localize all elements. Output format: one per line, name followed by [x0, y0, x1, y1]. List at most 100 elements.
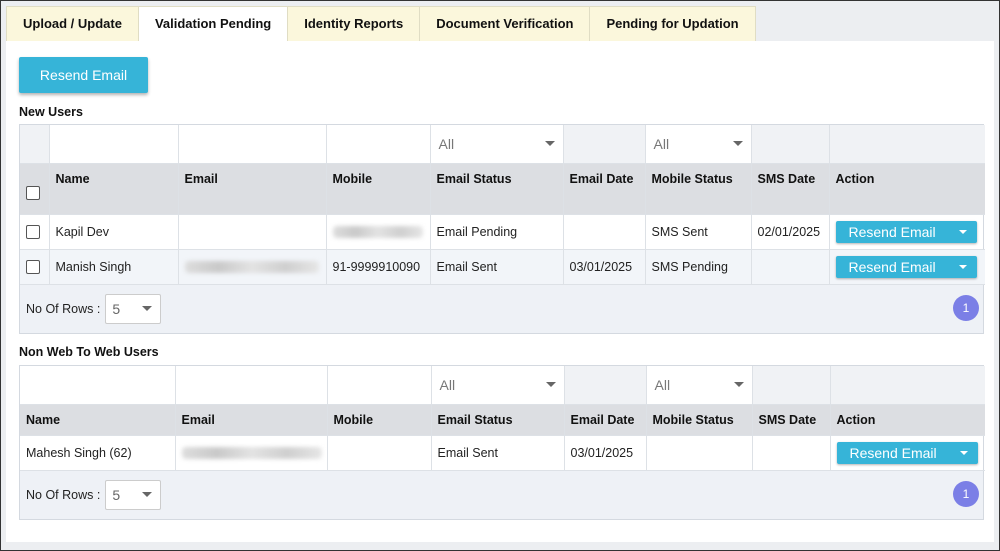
resend-email-button[interactable]: Resend Email — [19, 57, 148, 93]
email-status-filter[interactable]: All — [430, 125, 564, 164]
cell-action: Resend Email — [830, 435, 985, 471]
table-row: Mahesh Singh (62) Email Sent 03/01/2025 … — [20, 435, 985, 471]
filter-cell — [20, 125, 50, 164]
cell-mobile — [327, 435, 432, 471]
redacted-email — [181, 447, 322, 460]
col-email-date[interactable]: Email Date — [563, 163, 646, 215]
non-web-users-title: Non Web To Web Users — [19, 345, 159, 359]
page-button[interactable]: 1 — [953, 480, 979, 507]
sms-date-filter — [751, 125, 830, 164]
col-sms-date[interactable]: SMS Date — [752, 404, 831, 436]
cell-email — [178, 214, 327, 250]
table-row: Kapil Dev Email Pending SMS Sent 02/01/2… — [20, 214, 985, 250]
col-action: Action — [829, 163, 985, 215]
rows-per-page-select[interactable]: 5 — [105, 293, 162, 324]
mobile-filter[interactable] — [327, 366, 432, 405]
mobile-status-filter[interactable]: All — [646, 366, 753, 405]
cell-email-date: 03/01/2025 — [563, 249, 646, 285]
tab-bar: Upload / Update Validation Pending Ident… — [6, 6, 756, 42]
cell-sms-date: 02/01/2025 — [751, 214, 830, 250]
cell-name: Mahesh Singh (62) — [20, 435, 176, 471]
cell-email-date — [563, 214, 646, 250]
chevron-down-icon[interactable] — [949, 256, 977, 278]
cell-email — [175, 435, 328, 471]
cell-email-status: Email Sent — [430, 249, 564, 285]
col-email[interactable]: Email — [178, 163, 327, 215]
name-filter[interactable] — [20, 366, 176, 405]
row-checkbox[interactable] — [26, 224, 40, 239]
chevron-down-icon — [733, 382, 744, 388]
cell-email — [178, 249, 327, 285]
cell-name: Manish Singh — [49, 249, 179, 285]
col-email-date[interactable]: Email Date — [564, 404, 647, 436]
col-email[interactable]: Email — [175, 404, 328, 436]
row-checkbox[interactable] — [26, 259, 40, 274]
tab-pending-for-updation[interactable]: Pending for Updation — [589, 6, 756, 42]
table-row: Manish Singh 91-9999910090 Email Sent 03… — [20, 249, 985, 285]
mobile-filter[interactable] — [326, 125, 431, 164]
rows-per-page-select[interactable]: 5 — [105, 479, 162, 510]
chevron-down-icon — [142, 306, 153, 311]
row-resend-email-button[interactable]: Resend Email — [835, 220, 977, 243]
action-filter — [829, 125, 985, 164]
col-sms-date[interactable]: SMS Date — [751, 163, 830, 215]
col-mobile-status[interactable]: Mobile Status — [646, 404, 753, 436]
cell-email-status: Email Pending — [430, 214, 564, 250]
action-filter — [830, 366, 985, 405]
chevron-down-icon — [544, 141, 555, 147]
name-filter[interactable] — [49, 125, 179, 164]
cell-mobile-status: SMS Sent — [645, 214, 752, 250]
new-users-grid: All All Name Email Mobile Email Status E… — [19, 124, 985, 334]
app-frame: Upload / Update Validation Pending Ident… — [0, 0, 1000, 551]
new-users-title: New Users — [19, 105, 83, 119]
cell-action: Resend Email — [829, 249, 985, 285]
grid-footer: No Of Rows : 5 1 — [20, 284, 983, 333]
redacted-mobile — [332, 226, 423, 239]
col-mobile[interactable]: Mobile — [327, 404, 432, 436]
chevron-down-icon[interactable] — [950, 442, 978, 464]
email-filter[interactable] — [178, 125, 327, 164]
col-mobile-status[interactable]: Mobile Status — [645, 163, 752, 215]
email-date-filter — [564, 366, 647, 405]
cell-action: Resend Email — [829, 214, 985, 250]
email-date-filter — [563, 125, 646, 164]
cell-email-date: 03/01/2025 — [564, 435, 647, 471]
grid-footer: No Of Rows : 5 1 — [20, 470, 983, 519]
chevron-down-icon — [545, 382, 556, 388]
cell-name: Kapil Dev — [49, 214, 179, 250]
tab-validation-pending[interactable]: Validation Pending — [137, 6, 288, 42]
select-all-checkbox[interactable] — [26, 185, 40, 200]
col-name[interactable]: Name — [20, 404, 176, 436]
tab-upload-update[interactable]: Upload / Update — [6, 6, 138, 42]
rows-label: No Of Rows : — [26, 301, 101, 316]
sms-date-filter — [752, 366, 831, 405]
col-action: Action — [830, 404, 985, 436]
tab-identity-reports[interactable]: Identity Reports — [287, 6, 420, 42]
cell-sms-date — [751, 249, 830, 285]
col-mobile[interactable]: Mobile — [326, 163, 431, 215]
redacted-email — [184, 261, 319, 274]
email-status-filter[interactable]: All — [431, 366, 565, 405]
cell-mobile: 91-9999910090 — [326, 249, 431, 285]
mobile-status-filter[interactable]: All — [645, 125, 752, 164]
cell-mobile-status: SMS Pending — [645, 249, 752, 285]
email-filter[interactable] — [175, 366, 328, 405]
page-button[interactable]: 1 — [953, 294, 979, 321]
chevron-down-icon[interactable] — [949, 221, 977, 243]
cell-email-status: Email Sent — [431, 435, 565, 471]
rows-label: No Of Rows : — [26, 487, 101, 502]
non-web-users-grid: All All Name Email Mobile Email Status E… — [19, 365, 985, 520]
row-resend-email-button[interactable]: Resend Email — [835, 255, 977, 278]
select-all-cell — [20, 163, 50, 215]
cell-sms-date — [752, 435, 831, 471]
cell-mobile-status — [646, 435, 753, 471]
col-email-status[interactable]: Email Status — [430, 163, 564, 215]
chevron-down-icon — [142, 492, 153, 497]
col-name[interactable]: Name — [49, 163, 179, 215]
chevron-down-icon — [732, 141, 743, 147]
tab-document-verification[interactable]: Document Verification — [419, 6, 590, 42]
row-resend-email-button[interactable]: Resend Email — [836, 441, 978, 464]
tab-panel: Resend Email New Users All All Name Emai… — [6, 41, 994, 542]
cell-mobile — [326, 214, 431, 250]
col-email-status[interactable]: Email Status — [431, 404, 565, 436]
